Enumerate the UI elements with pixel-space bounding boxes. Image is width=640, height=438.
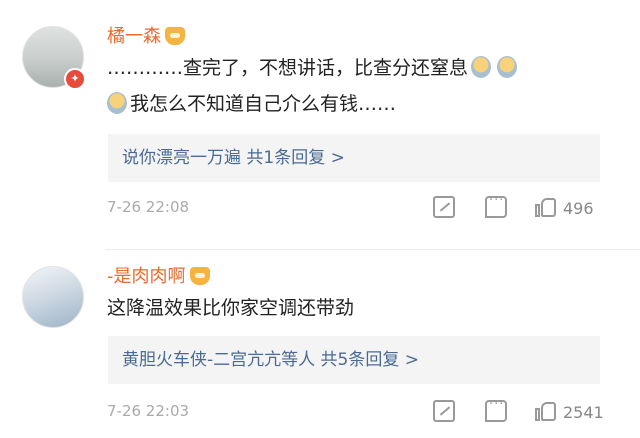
comment-text: …………查完了，不想讲话，比查分还窒息: [107, 51, 520, 85]
reply-icon[interactable]: [485, 397, 507, 422]
like-button[interactable]: 2541: [535, 400, 604, 426]
sad-emoji-icon: [497, 56, 518, 78]
sad-emoji-icon: [107, 92, 127, 114]
reply-icon[interactable]: [485, 193, 507, 218]
timestamp: 7-26 22:03: [107, 402, 190, 420]
like-count: 496: [563, 199, 594, 218]
comment-text-2: 我怎么不知道自己介么有钱……: [107, 87, 396, 121]
comment-text-line2: 我怎么不知道自己介么有钱……: [130, 93, 397, 115]
like-button[interactable]: 496: [535, 196, 594, 222]
comment-2: -是肉肉啊 这降温效果比你家空调还带劲 黄胆火车侠-二宫亢亢等人 共5条回复 >…: [0, 250, 640, 438]
thumbs-up-icon[interactable]: [535, 196, 557, 218]
comment-meta: 7-26 22:08 496: [107, 193, 607, 222]
sad-emoji-icon: [471, 56, 492, 78]
username-text[interactable]: 橘一森: [107, 26, 161, 47]
username[interactable]: -是肉肉啊: [107, 262, 210, 288]
username-text[interactable]: -是肉肉啊: [107, 266, 186, 287]
thumbs-up-icon[interactable]: [535, 400, 557, 422]
verified-badge-icon: ✦: [64, 68, 86, 90]
share-icon[interactable]: [433, 400, 455, 422]
timestamp: 7-26 22:08: [107, 198, 190, 216]
reply-preview[interactable]: 说你漂亮一万遍 共1条回复 >: [108, 134, 600, 182]
comment-1: ✦ 橘一森 …………查完了，不想讲话，比查分还窒息 我怎么不知道自己介么有钱………: [0, 0, 640, 250]
crown-icon: [165, 27, 185, 45]
avatar[interactable]: [22, 266, 84, 328]
comment-text: 这降温效果比你家空调还带劲: [107, 297, 355, 319]
reply-preview[interactable]: 黄胆火车侠-二宫亢亢等人 共5条回复 >: [108, 336, 600, 384]
crown-icon: [189, 267, 210, 285]
share-icon[interactable]: [433, 196, 455, 218]
comment-text-line1: …………查完了，不想讲话，比查分还窒息: [107, 57, 469, 79]
comment-meta: 7-26 22:03 2541: [107, 397, 607, 426]
like-count: 2541: [563, 403, 604, 422]
username[interactable]: 橘一森: [107, 22, 185, 48]
